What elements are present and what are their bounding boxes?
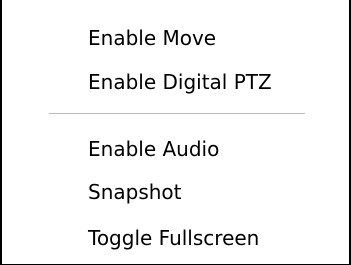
menu-item-snapshot[interactable]: Snapshot (88, 180, 182, 204)
menu-item-enable-move[interactable]: Enable Move (88, 26, 216, 50)
menu-separator (49, 113, 305, 114)
menu-item-enable-audio[interactable]: Enable Audio (88, 137, 219, 161)
menu-item-toggle-fullscreen[interactable]: Toggle Fullscreen (88, 226, 259, 250)
context-menu: Enable Move Enable Digital PTZ Enable Au… (0, 0, 351, 265)
menu-item-enable-digital-ptz[interactable]: Enable Digital PTZ (88, 70, 272, 94)
